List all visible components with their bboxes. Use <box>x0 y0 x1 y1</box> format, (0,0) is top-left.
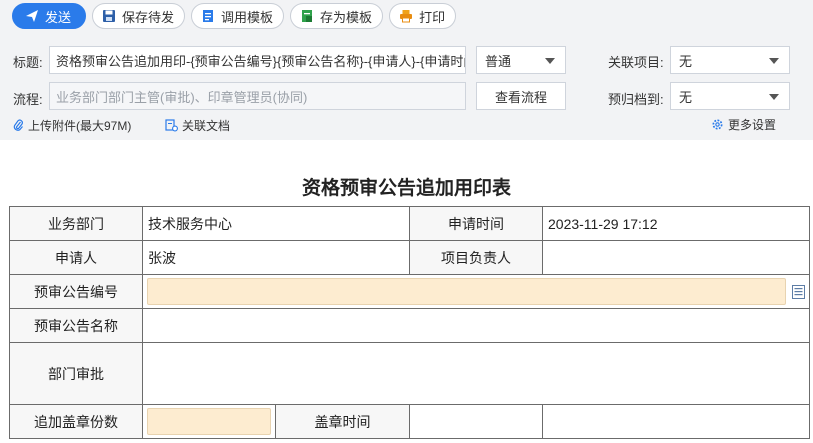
table-lookup-icon[interactable] <box>792 284 805 299</box>
paperclip-icon <box>13 119 23 131</box>
upload-attachment-label: 上传附件(最大97M) <box>28 119 132 133</box>
send-label: 发送 <box>45 9 72 25</box>
send-button[interactable]: 发送 <box>12 3 87 29</box>
save-template-label: 存为模板 <box>320 9 373 25</box>
notice-no-input[interactable] <box>147 278 786 305</box>
stamp-time-label: 盖章时间 <box>275 404 410 439</box>
project-owner-label: 项目负责人 <box>409 240 543 275</box>
priority-select[interactable]: 普通 <box>476 46 566 74</box>
archive-value: 无 <box>679 89 693 105</box>
chevron-down-icon <box>545 58 555 64</box>
save-template-button[interactable]: 存为模板 <box>290 3 384 29</box>
paper-plane-icon <box>26 10 38 22</box>
dept-approval-label: 部门审批 <box>9 342 143 405</box>
gear-icon <box>712 119 723 130</box>
use-template-label: 调用模板 <box>221 9 274 25</box>
table-row: 申请人 张波 项目负责人 <box>9 240 810 275</box>
toolbar: 发送 保存待发 调用模板 存为模板 打印 <box>0 3 457 29</box>
related-document-label: 关联文档 <box>182 119 231 133</box>
table-row: 预审公告名称 <box>9 308 810 343</box>
archive-select[interactable]: 无 <box>670 82 790 110</box>
upload-attachment-link[interactable]: 上传附件(最大97M) <box>13 117 131 134</box>
form-title: 资格预审公告追加用印表 <box>301 178 511 199</box>
notice-name-label: 预审公告名称 <box>9 308 143 343</box>
related-document-link[interactable]: 关联文档 <box>165 117 230 134</box>
extra-copies-label: 追加盖章份数 <box>9 404 143 439</box>
apply-time-label: 申请时间 <box>409 206 543 241</box>
more-settings-label: 更多设置 <box>728 118 777 132</box>
title-field[interactable]: 资格预审公告追加用印-{预审公告编号}{预审公告名称}-{申请人}-{申请时间} <box>49 46 466 74</box>
extra-copies-input[interactable] <box>147 408 271 435</box>
more-settings-link[interactable]: 更多设置 <box>711 116 776 133</box>
floppy-disk-icon <box>103 10 116 22</box>
extra-copies-cell <box>142 404 276 439</box>
chevron-down-icon <box>769 58 779 64</box>
header-panel: 发送 保存待发 调用模板 存为模板 打印 标题: 资格预审公告追加用印-{预审公… <box>0 0 813 140</box>
stamp-time-field[interactable] <box>409 404 543 439</box>
linked-document-icon <box>165 119 178 132</box>
related-project-select[interactable]: 无 <box>670 46 790 74</box>
document-icon <box>203 10 214 22</box>
table-row: 部门审批 <box>9 342 810 405</box>
priority-value: 普通 <box>485 53 512 69</box>
application-form-table: 业务部门 技术服务中心 申请时间 2023-11-29 17:12 申请人 张波… <box>9 206 810 439</box>
use-template-button[interactable]: 调用模板 <box>191 3 285 29</box>
table-row: 业务部门 技术服务中心 申请时间 2023-11-29 17:12 <box>9 206 810 241</box>
archive-label: 预归档到: <box>608 92 664 107</box>
dept-value: 技术服务中心 <box>142 206 410 241</box>
title-value: 资格预审公告追加用印-{预审公告编号}{预审公告名称}-{申请人}-{申请时间} <box>56 53 466 69</box>
flow-placeholder: 业务部门部门主管(审批)、印章管理员(协同) <box>56 89 308 105</box>
print-button[interactable]: 打印 <box>389 3 457 29</box>
print-label: 打印 <box>419 9 446 25</box>
notice-no-cell <box>142 274 810 309</box>
save-draft-label: 保存待发 <box>122 9 175 25</box>
empty-cell <box>542 404 810 439</box>
notice-name-field[interactable] <box>142 308 810 343</box>
apply-time-value: 2023-11-29 17:12 <box>542 206 810 241</box>
project-owner-field[interactable] <box>542 240 810 275</box>
table-row: 追加盖章份数 盖章时间 <box>9 404 810 439</box>
table-row: 预审公告编号 <box>9 274 810 309</box>
dept-label: 业务部门 <box>9 206 143 241</box>
flow-label: 流程: <box>13 92 43 107</box>
dept-approval-field[interactable] <box>142 342 810 405</box>
applicant-label: 申请人 <box>9 240 143 275</box>
view-flow-button[interactable]: 查看流程 <box>476 82 566 110</box>
save-draft-button[interactable]: 保存待发 <box>92 3 186 29</box>
related-project-label: 关联项目: <box>608 55 664 70</box>
notice-no-label: 预审公告编号 <box>9 274 143 309</box>
document-save-icon <box>302 10 313 22</box>
applicant-value: 张波 <box>142 240 410 275</box>
title-label: 标题: <box>13 55 43 70</box>
chevron-down-icon <box>769 94 779 100</box>
related-project-value: 无 <box>679 53 693 69</box>
printer-icon <box>400 10 413 23</box>
flow-field[interactable]: 业务部门部门主管(审批)、印章管理员(协同) <box>49 82 466 110</box>
